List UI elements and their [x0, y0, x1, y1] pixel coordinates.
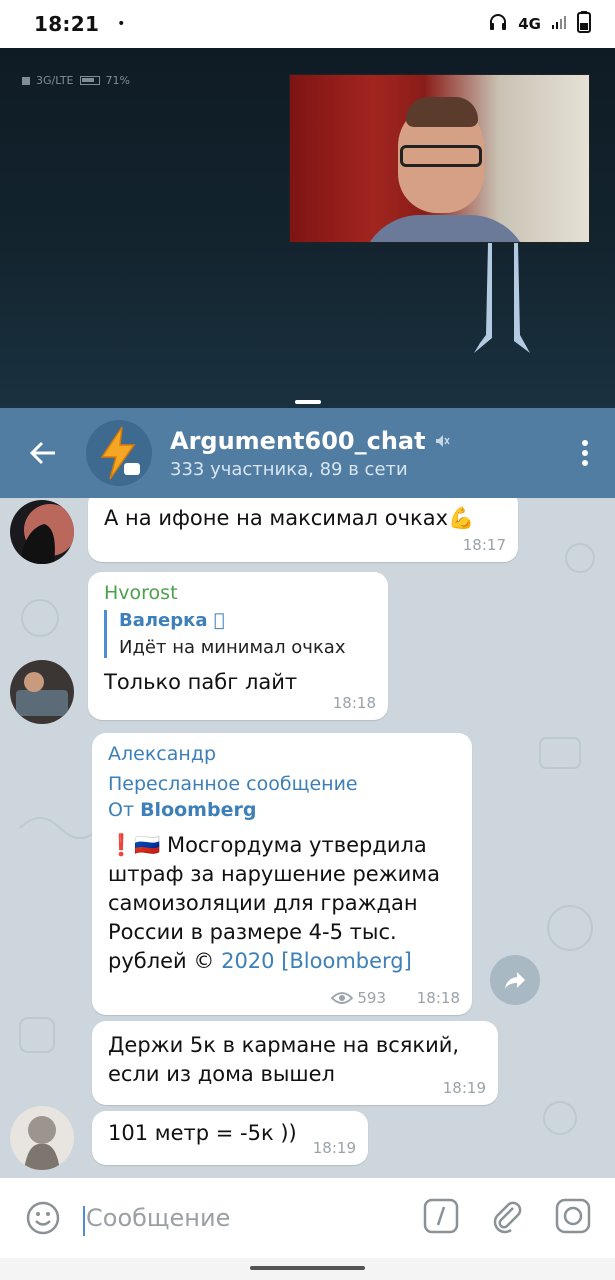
lightning-icon — [100, 426, 140, 480]
camera-icon — [555, 1198, 591, 1234]
share-arrow-icon — [505, 972, 525, 989]
chat-title: Argument600_chat — [170, 427, 450, 455]
message-list[interactable]: А на ифоне на максимал очках💪 18:17 Hvor… — [0, 498, 615, 1178]
text-caret — [83, 1206, 85, 1236]
split-divider-handle[interactable] — [295, 400, 321, 404]
forward-label: Пересланное сообщение — [108, 773, 358, 795]
forward-source[interactable]: От Bloomberg — [108, 797, 456, 823]
message-time: 18:18 — [416, 989, 460, 1007]
video-signal-icon — [22, 76, 30, 85]
more-menu-button[interactable] — [555, 408, 615, 498]
avatar[interactable] — [10, 500, 74, 564]
message-time: 18:19 — [442, 1079, 486, 1097]
avatar[interactable] — [10, 660, 74, 724]
video-network-label: 3G/LTE — [36, 74, 74, 87]
message-time: 18:17 — [462, 536, 506, 554]
game-logo-icon — [474, 243, 530, 353]
message-bubble[interactable]: Александр Пересланное сообщение От Bloom… — [92, 733, 472, 1015]
message-time: 18:19 — [312, 1139, 356, 1157]
message-bubble[interactable]: Держи 5к в кармане на всякий, если из до… — [92, 1021, 498, 1105]
message-sender: Hvorost — [104, 582, 178, 604]
eye-icon — [331, 992, 354, 1004]
message-text: ❗🇷🇺 Мосгордума утвердила штраф за наруше… — [108, 833, 440, 973]
system-nav-bar — [0, 1258, 615, 1280]
chat-subtitle: 333 участника, 89 в сети — [170, 458, 408, 480]
headphones-icon — [488, 12, 508, 36]
reply-sender: Валерка 🏽 — [119, 610, 225, 631]
signal-icon — [551, 14, 567, 34]
smiley-icon — [26, 1201, 60, 1235]
chat-header: Argument600_chat 333 участника, 89 в сет… — [0, 408, 615, 498]
message-input-placeholder: Сообщение — [86, 1204, 231, 1232]
copyright-mark: © — [193, 949, 215, 973]
back-button[interactable] — [0, 408, 86, 498]
chat-title-block[interactable]: Argument600_chat 333 участника, 89 в сет… — [170, 427, 450, 480]
notification-dot: • — [117, 16, 126, 32]
bot-commands-button[interactable] — [423, 1198, 459, 1238]
message-text: Держи 5к в кармане на всякий, если из до… — [108, 1033, 460, 1086]
emoji-button[interactable] — [0, 1200, 86, 1236]
network-type: 4G — [518, 15, 541, 33]
composer-actions — [423, 1198, 615, 1238]
reply-quote[interactable]: Валерка 🏽 Идёт на минимал очках — [104, 610, 372, 658]
slash-command-icon — [423, 1198, 459, 1234]
status-time: 18:21 — [34, 12, 100, 36]
video-stream[interactable]: 3G/LTE 71% — [0, 48, 615, 408]
message-text: Только пабг лайт — [104, 670, 298, 694]
attach-button[interactable] — [489, 1198, 525, 1238]
battery-icon — [577, 11, 591, 37]
share-button[interactable] — [490, 955, 540, 1005]
view-count: 593 — [331, 989, 386, 1007]
reply-text: Идёт на минимал очках — [119, 637, 346, 658]
paperclip-icon — [493, 1201, 522, 1234]
more-vert-icon — [582, 440, 588, 466]
video-status-overlay: 3G/LTE 71% — [22, 74, 130, 87]
home-gesture-bar[interactable] — [250, 1266, 365, 1270]
message-bubble[interactable]: 101 метр = -5к )) 18:19 — [92, 1111, 368, 1165]
forward-from-prefix: От — [108, 799, 135, 821]
message-input[interactable]: Сообщение — [83, 1204, 423, 1236]
message-bubble[interactable]: А на ифоне на максимал очках💪 18:17 — [88, 498, 518, 562]
message-text: А на ифоне на максимал очках💪 — [104, 506, 475, 530]
status-bar: 18:21 • 4G — [0, 0, 615, 48]
message-time: 18:18 — [332, 694, 376, 712]
avatar[interactable] — [10, 1106, 74, 1170]
message-bubble[interactable]: Hvorost Валерка 🏽 Идёт на минимал очках … — [88, 572, 388, 720]
forward-from-name: Bloomberg — [140, 799, 257, 821]
message-composer: Сообщение — [0, 1178, 615, 1258]
message-link[interactable]: 2020 [Bloomberg] — [221, 949, 412, 973]
camera-button[interactable] — [555, 1198, 591, 1238]
video-battery-icon — [79, 76, 100, 85]
muted-icon — [435, 434, 450, 447]
back-arrow-icon — [29, 441, 55, 465]
message-sender: Александр — [108, 743, 217, 765]
chat-avatar[interactable] — [86, 420, 152, 486]
status-icons: 4G — [488, 11, 591, 37]
video-battery-label: 71% — [105, 74, 130, 87]
webcam-picture — [289, 74, 590, 243]
